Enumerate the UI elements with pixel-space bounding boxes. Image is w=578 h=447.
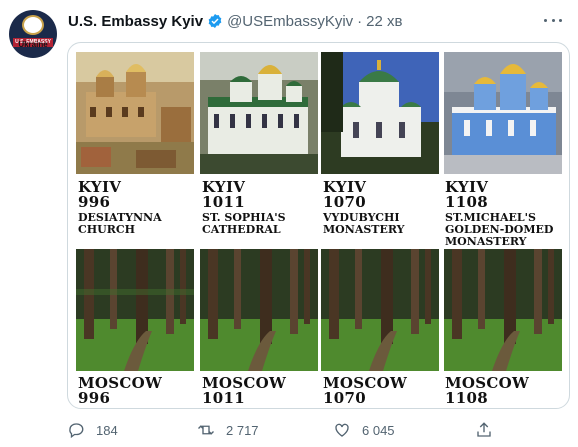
- photo-forest: [76, 249, 194, 371]
- photo-forest: [321, 249, 439, 371]
- photo-st-michaels-monastery: [444, 52, 562, 174]
- caption-year: 996: [78, 193, 111, 211]
- retweet-button[interactable]: 2 717: [197, 419, 259, 441]
- reply-count: 184: [96, 422, 118, 438]
- photo-st-sophia-cathedral: [200, 52, 318, 174]
- tweet-header: U.S. Embassy Kyiv @USEmbassyKyiv · 22 хв: [68, 11, 403, 31]
- caption-line: VYDUBYCHI: [323, 211, 400, 224]
- caption-line: ST.MICHAEL'S: [445, 211, 536, 224]
- more-icon[interactable]: [544, 13, 562, 27]
- like-count: 6 045: [362, 422, 395, 438]
- photo-vydubychi-monastery: [321, 52, 439, 174]
- photo-forest: [444, 249, 562, 371]
- handle[interactable]: @USEmbassyKyiv: [227, 13, 353, 30]
- account-label: Ukraine: [18, 40, 48, 49]
- caption-year: 1108: [445, 389, 488, 407]
- caption-year: 1108: [445, 193, 488, 211]
- caption-year: 1070: [323, 193, 366, 211]
- photo-forest: [200, 249, 318, 371]
- tweet-actions: 184 2 717 6 045: [67, 419, 527, 441]
- caption-line: MONASTERY: [323, 223, 405, 236]
- caption-line: CHURCH: [78, 223, 136, 236]
- caption-line: DESIATYNNA: [78, 211, 162, 224]
- like-button[interactable]: 6 045: [333, 419, 395, 441]
- reply-icon: [69, 423, 84, 439]
- share-icon: [477, 422, 491, 437]
- display-name[interactable]: U.S. Embassy Kyiv: [68, 13, 203, 30]
- retweet-icon: [198, 425, 214, 435]
- avatar[interactable]: U.S. EMBASSY: [9, 10, 57, 58]
- share-button[interactable]: [475, 419, 504, 441]
- caption-line: CATHEDRAL: [202, 223, 281, 236]
- caption-year: 1011: [202, 389, 245, 407]
- retweet-count: 2 717: [226, 422, 259, 438]
- caption-line: GOLDEN-DOMED: [445, 223, 554, 236]
- separator-dot: ·: [357, 12, 363, 30]
- verified-badge-icon: [208, 14, 222, 28]
- caption-year: 1011: [202, 193, 245, 211]
- reply-button[interactable]: 184: [67, 419, 118, 441]
- heart-icon: [335, 423, 349, 437]
- caption-year: 996: [78, 389, 111, 407]
- caption-line: ST. SOPHIA'S: [202, 211, 286, 224]
- caption-line: MONASTERY: [445, 235, 527, 248]
- tweet-image[interactable]: KYIV 996 DESIATYNNA CHURCH KYIV 1011 ST.…: [67, 42, 570, 409]
- timestamp[interactable]: 22 хв: [366, 13, 402, 30]
- caption-year: 1070: [323, 389, 366, 407]
- embassy-seal-icon: [22, 15, 44, 35]
- photo-desiatynna-church: [76, 52, 194, 174]
